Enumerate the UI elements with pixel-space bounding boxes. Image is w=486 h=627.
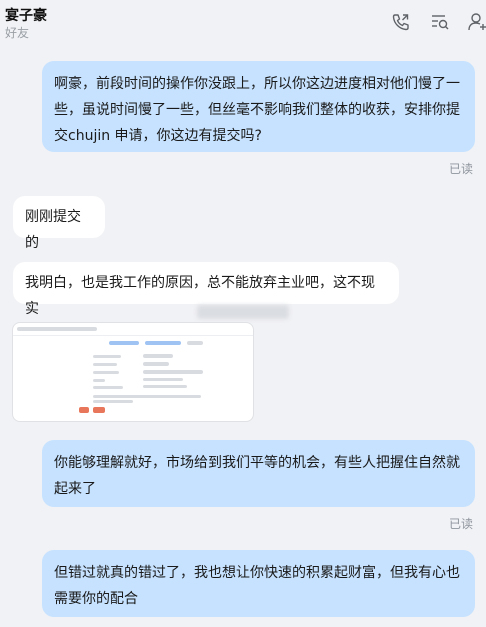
contact-name[interactable]: 宴子豪	[5, 5, 47, 25]
message-line: 刚刚提交的	[25, 209, 81, 251]
message-bubble-outgoing[interactable]: 啊豪，前段时间的操作你没跟上，所以你这边进度相对他们慢了一 些，虽说时间慢了一些…	[42, 61, 475, 152]
message-line: 需要你的配合	[54, 591, 138, 607]
message-bubble-incoming[interactable]: 我明白，也是我工作的原因，总不能放弃主业吧，这不现实	[13, 262, 399, 317]
message-line: 些，虽说时间慢了一些，但丝毫不影响我们整体的收获，安排你提	[54, 102, 460, 118]
message-line: 交chujin 申请，你这边有提交吗?	[54, 128, 262, 144]
add-member-icon[interactable]	[467, 12, 486, 32]
voice-call-icon[interactable]	[391, 12, 411, 32]
read-receipt: 已读	[448, 517, 473, 531]
message-line: 起来了	[54, 481, 96, 497]
message-line: 但错过就真的错过了，我也想让你快速的积累起财富，但我有心也	[54, 565, 460, 581]
contact-relation: 好友	[5, 26, 30, 40]
image-message-thumbnail[interactable]	[12, 322, 254, 422]
message-bubble-outgoing[interactable]: 但错过就真的错过了，我也想让你快速的积累起财富，但我有心也 需要你的配合	[42, 550, 475, 617]
redacted-text	[197, 305, 289, 319]
message-bubble-outgoing[interactable]: 你能够理解就好，市场给到我们平等的机会，有些人把握住自然就 起来了	[42, 440, 475, 507]
message-line: 啊豪，前段时间的操作你没跟上，所以你这边进度相对他们慢了一	[54, 76, 460, 92]
message-bubble-incoming[interactable]: 刚刚提交的	[13, 196, 105, 251]
chat-header: 宴子豪 好友	[0, 0, 486, 44]
message-line: 你能够理解就好，市场给到我们平等的机会，有些人把握住自然就	[54, 455, 460, 471]
search-history-icon[interactable]	[430, 12, 450, 32]
read-receipt: 已读	[448, 162, 473, 176]
